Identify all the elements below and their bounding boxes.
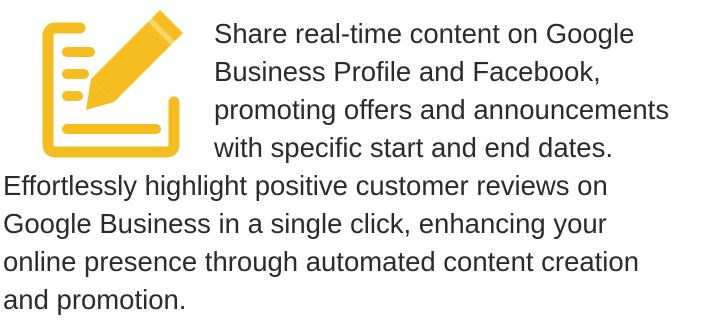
feature-section: Share real-time content on Google Busine… (0, 0, 710, 329)
body-text: Effortlessly highlight positive customer… (3, 170, 639, 315)
intro-text: Share real-time content on Google Busine… (214, 18, 670, 163)
document-edit-icon (32, 6, 190, 158)
